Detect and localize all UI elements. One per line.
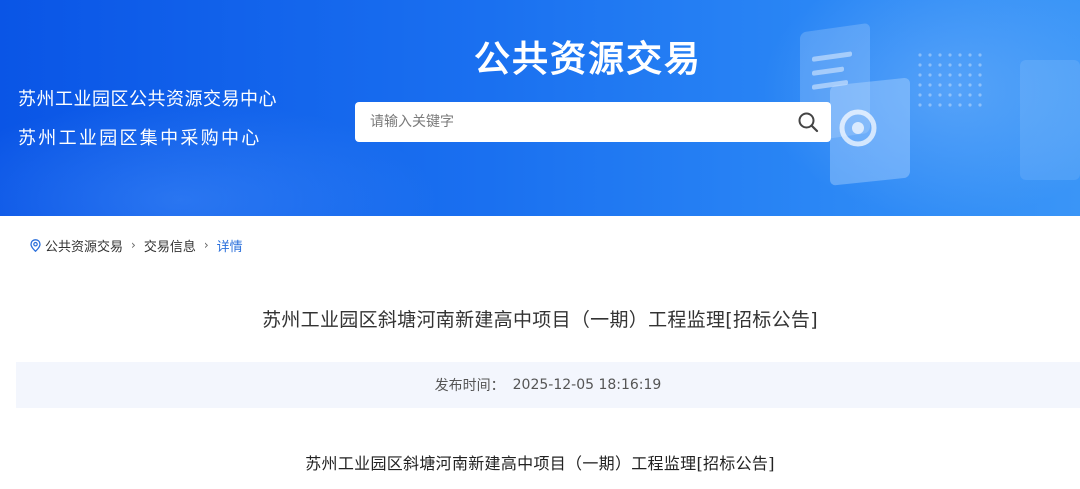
chevron-right-icon: › — [131, 238, 136, 252]
breadcrumb: 公共资源交易 › 交易信息 › 详情 — [30, 236, 243, 255]
publish-time-label: 发布时间： — [434, 378, 505, 394]
breadcrumb-item-home[interactable]: 公共资源交易 — [45, 236, 123, 255]
location-pin-icon — [30, 238, 41, 252]
org-name-secondary: 苏州工业园区集中采购中心 — [18, 128, 262, 149]
banner-title: 公共资源交易 — [474, 39, 703, 80]
search-input[interactable] — [355, 102, 785, 142]
content-heading: 苏州工业园区斜塘河南新建高中项目（一期）工程监理[招标公告] — [305, 454, 775, 473]
chevron-right-icon: › — [203, 238, 209, 252]
breadcrumb-item-trade-info[interactable]: 交易信息 — [144, 236, 196, 255]
search-bar — [355, 102, 831, 142]
search-icon — [798, 112, 819, 133]
search-button[interactable] — [785, 102, 831, 142]
document-illustration-icon — [800, 23, 1080, 186]
header-banner: 苏州工业园区公共资源交易中心 苏州工业园区集中采购中心 公共资源交易 — [0, 0, 1080, 216]
org-name-primary: 苏州工业园区公共资源交易中心 — [18, 89, 277, 110]
publish-time-value: 2025-12-05 18:16:19 — [512, 377, 662, 393]
breadcrumb-item-detail: 详情 — [216, 239, 243, 255]
article-title: 苏州工业园区斜塘河南新建高中项目（一期）工程监理[招标公告] — [262, 309, 818, 331]
publish-meta-bar: 发布时间： 2025-12-05 18:16:19 — [16, 362, 1080, 408]
